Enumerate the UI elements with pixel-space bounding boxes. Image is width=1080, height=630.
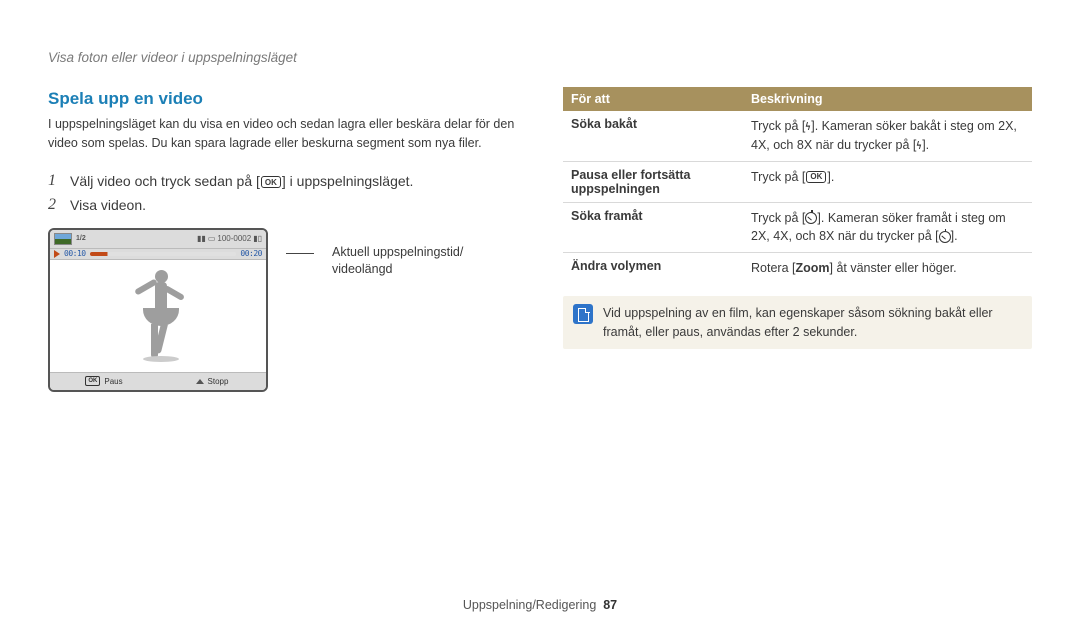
battery-icon: ▮▯: [253, 234, 262, 243]
note-icon: [573, 304, 593, 324]
table-row: Ändra volymen Rotera [Zoom] åt vänster e…: [563, 253, 1032, 284]
time-current: 00:10: [64, 249, 86, 258]
pause-button-hint: OK Paus: [50, 376, 158, 386]
page-number: 87: [603, 598, 617, 612]
table-header-row: För att Beskrivning: [563, 87, 1032, 111]
flash-icon: ϟ: [917, 138, 922, 155]
timer-icon: [939, 231, 951, 243]
controls-table: För att Beskrivning Söka bakåt Tryck på …: [563, 87, 1032, 284]
content-columns: Spela upp en video I uppspelningsläget k…: [48, 87, 1032, 392]
intro-paragraph: I uppspelningsläget kan du visa en video…: [48, 115, 517, 154]
row-label: Söka framåt: [563, 202, 743, 253]
seek-bar: [90, 252, 237, 256]
video-body: [50, 260, 266, 372]
table-row: Söka bakåt Tryck på [ϟ]. Kameran söker b…: [563, 111, 1032, 161]
step-1-text-post: ] i uppspelningsläget.: [282, 173, 414, 189]
callout-text: Aktuell uppspelningstid/ videolängd: [332, 244, 463, 279]
info-note-text: Vid uppspelning av en film, kan egenskap…: [603, 304, 1022, 342]
page: Visa foton eller videor i uppspelningslä…: [0, 0, 1080, 630]
time-total: 00:20: [240, 249, 262, 258]
thumbnail-icon: [54, 233, 72, 245]
video-icon: ▮▮: [197, 234, 206, 243]
step-2: 2 Visa videon.: [48, 196, 517, 214]
row-label: Söka bakåt: [563, 111, 743, 161]
ok-icon: OK: [806, 171, 826, 183]
pause-label: Paus: [104, 377, 122, 386]
breadcrumb: Visa foton eller videor i uppspelningslä…: [48, 50, 1032, 65]
timer-icon: [805, 212, 817, 224]
play-icon: [54, 250, 60, 258]
right-column: För att Beskrivning Söka bakåt Tryck på …: [563, 87, 1032, 349]
stop-label: Stopp: [208, 377, 229, 386]
ok-icon: OK: [261, 176, 281, 188]
video-progress-bar: 00:10 00:20: [50, 248, 266, 260]
th-description: Beskrivning: [743, 87, 1032, 111]
up-icon: [196, 379, 204, 384]
section-title: Spela upp en video: [48, 89, 517, 109]
video-player-frame: 1/2 ▮▮ ▭ 100-0002 ▮▯ 00:10 00:20: [48, 228, 268, 392]
file-label: 100-0002: [217, 234, 251, 243]
left-column: Spela upp en video I uppspelningsläget k…: [48, 87, 517, 392]
step-1-number: 1: [48, 172, 60, 190]
figure-row: 1/2 ▮▮ ▭ 100-0002 ▮▯ 00:10 00:20: [48, 228, 517, 392]
row-desc: Tryck på [OK].: [743, 161, 1032, 202]
th-for: För att: [563, 87, 743, 111]
stop-button-hint: Stopp: [158, 377, 266, 386]
table-row: Pausa eller fortsätta uppspelningen Tryc…: [563, 161, 1032, 202]
row-label: Pausa eller fortsätta uppspelningen: [563, 161, 743, 202]
zoom-label: Zoom: [795, 261, 829, 275]
info-note-box: Vid uppspelning av en film, kan egenskap…: [563, 296, 1032, 350]
dancer-silhouette: [131, 270, 185, 362]
callout-leader-line: [286, 253, 314, 254]
step-1-text-pre: Välj video och tryck sedan på [: [70, 173, 260, 189]
steps-list: 1 Välj video och tryck sedan på [OK] i u…: [48, 172, 517, 214]
ok-icon: OK: [85, 376, 100, 386]
row-desc: Tryck på []. Kameran söker framåt i steg…: [743, 202, 1032, 253]
frame-counter: 1/2: [76, 235, 86, 242]
row-desc: Tryck på [ϟ]. Kameran söker bakåt i steg…: [743, 111, 1032, 161]
status-icons: ▮▮ ▭ 100-0002 ▮▯: [197, 234, 262, 243]
row-desc: Rotera [Zoom] åt vänster eller höger.: [743, 253, 1032, 284]
table-row: Söka framåt Tryck på []. Kameran söker f…: [563, 202, 1032, 253]
page-footer: Uppspelning/Redigering 87: [0, 598, 1080, 612]
row-label: Ändra volymen: [563, 253, 743, 284]
video-bottom-bar: OK Paus Stopp: [50, 372, 266, 390]
sd-icon: ▭: [208, 234, 216, 243]
step-1: 1 Välj video och tryck sedan på [OK] i u…: [48, 172, 517, 190]
footer-chapter: Uppspelning/Redigering: [463, 598, 596, 612]
step-2-number: 2: [48, 196, 60, 214]
step-2-text: Visa videon.: [70, 197, 146, 213]
video-top-bar: 1/2 ▮▮ ▭ 100-0002 ▮▯: [50, 230, 266, 248]
flash-icon: ϟ: [806, 119, 811, 136]
